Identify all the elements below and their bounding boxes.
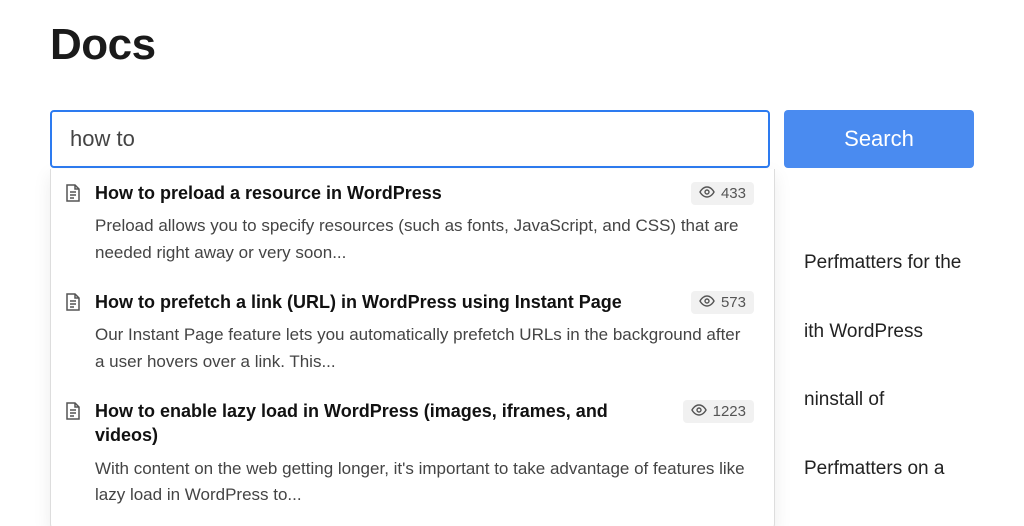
result-title: How to prefetch a link (URL) in WordPres…: [95, 290, 622, 314]
dropdown-scroll[interactable]: How to preload a resource in WordPress 4…: [51, 169, 774, 526]
list-item[interactable]: Perfmatters on a: [804, 456, 1024, 483]
document-icon: [65, 184, 83, 207]
views-badge: 433: [691, 182, 754, 205]
page-title: Docs: [50, 20, 974, 70]
list-item[interactable]: ninstall of: [804, 387, 1024, 414]
search-result-item[interactable]: How to fix the unable to process your pa…: [51, 520, 772, 526]
search-button[interactable]: Search: [784, 110, 974, 168]
result-excerpt: With content on the web getting longer, …: [95, 456, 754, 509]
search-input[interactable]: [50, 110, 770, 168]
document-icon: [65, 293, 83, 316]
list-item[interactable]: ith WordPress: [804, 319, 1024, 346]
search-result-item[interactable]: How to preload a resource in WordPress 4…: [51, 169, 772, 278]
views-badge: 573: [691, 291, 754, 314]
result-title: How to preload a resource in WordPress: [95, 181, 442, 205]
eye-icon: [691, 403, 707, 420]
search-result-item[interactable]: How to enable lazy load in WordPress (im…: [51, 387, 772, 520]
result-excerpt: Preload allows you to specify resources …: [95, 213, 754, 266]
list-item[interactable]: Perfmatters for the: [804, 250, 1024, 277]
result-excerpt: Our Instant Page feature lets you automa…: [95, 322, 754, 375]
search-row: Search: [50, 110, 974, 168]
views-count: 433: [721, 185, 746, 202]
eye-icon: [699, 185, 715, 202]
search-result-item[interactable]: How to prefetch a link (URL) in WordPres…: [51, 278, 772, 387]
background-doc-links: Perfmatters for the ith WordPress ninsta…: [804, 250, 1024, 526]
views-badge: 1223: [683, 400, 754, 423]
search-autocomplete-dropdown: How to preload a resource in WordPress 4…: [50, 169, 775, 526]
document-icon: [65, 402, 83, 425]
result-title: How to enable lazy load in WordPress (im…: [95, 399, 671, 448]
eye-icon: [699, 294, 715, 311]
views-count: 573: [721, 294, 746, 311]
views-count: 1223: [713, 403, 746, 420]
